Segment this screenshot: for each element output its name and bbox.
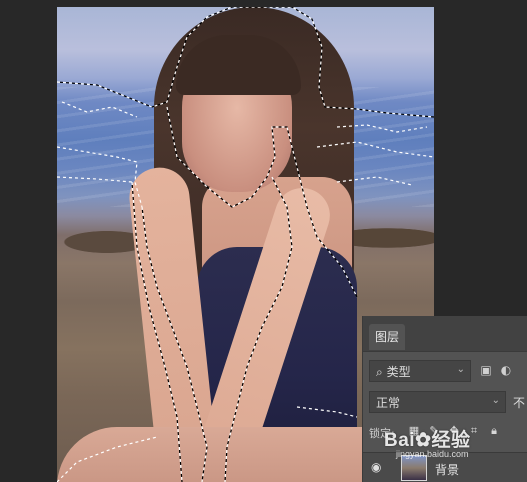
adjustment-filter-icon[interactable]: ◐ [499,363,513,377]
photo-subject [126,7,382,482]
layers-panel-tabbar: 图层 [363,316,527,352]
blend-row: 正常 ⌄ 不 [369,391,527,413]
chevron-down-icon: ⌄ [456,364,465,375]
lock-all-icon[interactable]: 🔒︎ [487,424,501,438]
layer-row-background[interactable]: ◉ 背景 [363,452,527,482]
blend-mode-value: 正常 [376,396,401,410]
lock-label: 锁定: [369,427,395,440]
layer-filter-select[interactable]: ⌕ 类型 ⌄ [369,360,471,382]
blend-mode-select[interactable]: 正常 ⌄ [369,391,506,413]
lock-row: 锁定: ▦ ✎ ✥ ⌗ 🔒︎ [369,422,527,442]
layer-name: 背景 [435,463,460,477]
workspace: 图层 ⌕ 类型 ⌄ ▣ ◐ 正常 ⌄ 不 锁定: ▦ ✎ ✥ ⌗ 🔒︎ ◉ 背景… [0,0,527,482]
lock-position-icon[interactable]: ✥ [447,424,461,438]
lock-artboard-icon[interactable]: ⌗ [467,424,481,438]
layer-filter-row: ⌕ 类型 ⌄ ▣ ◐ [369,360,527,382]
lock-pixels-icon[interactable]: ▦ [407,424,421,438]
opacity-label: 不 [513,396,526,410]
layer-filter-value: 类型 [386,365,411,379]
layer-thumbnail [401,455,427,481]
layers-panel: 图层 ⌕ 类型 ⌄ ▣ ◐ 正常 ⌄ 不 锁定: ▦ ✎ ✥ ⌗ 🔒︎ ◉ 背景 [362,316,527,482]
chevron-down-icon: ⌄ [491,395,500,406]
lock-brush-icon[interactable]: ✎ [427,424,441,438]
eye-icon[interactable]: ◉ [371,461,387,473]
tab-layers[interactable]: 图层 [369,324,406,350]
search-icon: ⌕ [376,365,383,379]
image-filter-icon[interactable]: ▣ [479,363,493,377]
